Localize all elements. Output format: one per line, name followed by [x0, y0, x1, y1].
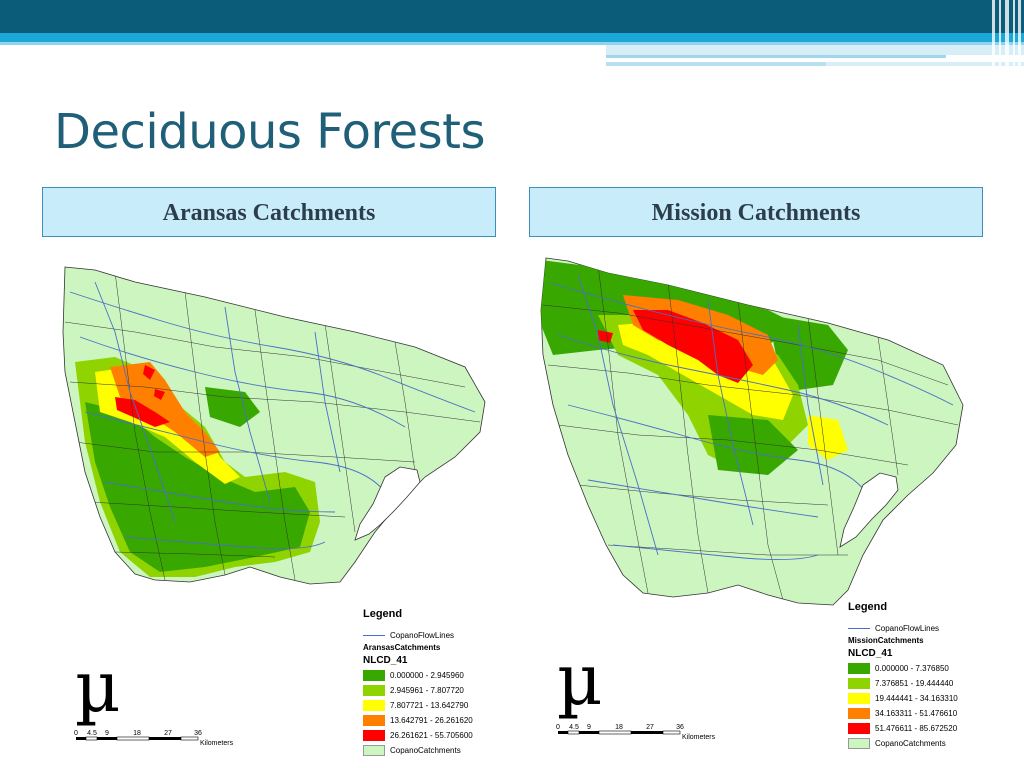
legend-class-row: 34.163311 - 51.476610 [848, 706, 988, 721]
legend-base-swatch [363, 745, 385, 756]
legend-class-label: 26.261621 - 55.705600 [390, 731, 473, 740]
legend-class-label: 7.807721 - 13.642790 [390, 701, 469, 710]
flowline-swatch [363, 635, 385, 636]
legend-base-row: CopanoCatchments [363, 743, 503, 758]
legend-field-name: NLCD_41 [363, 655, 408, 666]
scale-tick-label: 4.5 [87, 730, 97, 737]
legend-swatch [848, 678, 870, 689]
panel-header-mission: Mission Catchments [529, 187, 983, 237]
panel-header-aransas: Aransas Catchments [42, 187, 496, 237]
legend-class-row: 0.000000 - 7.376850 [848, 661, 988, 676]
legend-class-row: 2.945961 - 7.807720 [363, 683, 503, 698]
north-arrow-icon: µ [75, 646, 121, 728]
slide-title: Deciduous Forests [54, 104, 485, 160]
north-arrow-icon: µ [557, 639, 603, 721]
legend-flowlines-row: CopanoFlowLines [363, 628, 503, 643]
legend-title: Legend [363, 608, 403, 620]
scale-tick-label: 18 [615, 724, 623, 731]
legend-swatch [848, 723, 870, 734]
legend-layer-name: MissionCatchments [848, 636, 924, 645]
legend-swatch [848, 663, 870, 674]
legend-swatch [848, 693, 870, 704]
legend-mission: Legend CopanoFlowLines MissionCatchments… [848, 601, 988, 751]
legend-flowlines-row: CopanoFlowLines [848, 621, 988, 636]
scale-tick-label: 9 [587, 724, 591, 731]
legend-flowlines-label: CopanoFlowLines [390, 631, 455, 640]
scale-tick-label: 0 [556, 724, 560, 731]
legend-field-name: NLCD_41 [848, 648, 893, 659]
scale-tick-label: 4.5 [569, 724, 579, 731]
legend-class-label: 13.642791 - 26.261620 [390, 716, 473, 725]
legend-swatch [848, 708, 870, 719]
legend-class-label: 19.444441 - 34.163310 [875, 694, 958, 703]
legend-swatch [363, 685, 385, 696]
legend-swatch [363, 700, 385, 711]
scale-bar-aransas: 0 4.5 9 18 27 36 Kilometers [74, 730, 234, 747]
legend-title: Legend [848, 601, 888, 613]
legend-class-row: 0.000000 - 2.945960 [363, 668, 503, 683]
legend-aransas: Legend CopanoFlowLines AransasCatchments… [363, 608, 503, 758]
legend-class-row: 13.642791 - 26.261620 [363, 713, 503, 728]
header-band [0, 0, 1024, 70]
legend-class-row: 19.444441 - 34.163310 [848, 691, 988, 706]
legend-class-row: 51.476611 - 85.672520 [848, 721, 988, 736]
legend-class-label: 51.476611 - 85.672520 [875, 724, 958, 733]
legend-base-label: CopanoCatchments [390, 746, 461, 755]
legend-swatch [363, 670, 385, 681]
legend-class-row: 26.261621 - 55.705600 [363, 728, 503, 743]
legend-class-label: 2.945961 - 7.807720 [390, 686, 464, 695]
scale-tick-label: 18 [133, 730, 141, 737]
scale-tick-label: 27 [646, 724, 654, 731]
legend-class-label: 0.000000 - 7.376850 [875, 664, 949, 673]
legend-class-label: 0.000000 - 2.945960 [390, 671, 464, 680]
legend-class-label: 34.163311 - 51.476610 [875, 709, 958, 718]
legend-class-row: 7.807721 - 13.642790 [363, 698, 503, 713]
aransas-catchments-map [62, 266, 486, 585]
legend-base-swatch [848, 738, 870, 749]
legend-layer-name: AransasCatchments [363, 643, 441, 652]
legend-base-label: CopanoCatchments [875, 739, 946, 748]
scale-unit-label: Kilometers [682, 734, 716, 741]
scale-tick-label: 0 [74, 730, 78, 737]
legend-class-row: 7.376851 - 19.444440 [848, 676, 988, 691]
flowline-swatch [848, 628, 870, 629]
legend-base-row: CopanoCatchments [848, 736, 988, 751]
scale-bar-mission: 0 4.5 9 18 27 36 Kilometers [556, 724, 716, 741]
scale-unit-label: Kilometers [200, 740, 234, 747]
legend-class-label: 7.376851 - 19.444440 [875, 679, 954, 688]
scale-tick-label: 9 [105, 730, 109, 737]
mission-catchments-map [540, 257, 964, 606]
legend-swatch [363, 730, 385, 741]
scale-tick-label: 36 [194, 730, 202, 737]
legend-swatch [363, 715, 385, 726]
scale-tick-label: 27 [164, 730, 172, 737]
scale-tick-label: 36 [676, 724, 684, 731]
legend-flowlines-label: CopanoFlowLines [875, 624, 940, 633]
